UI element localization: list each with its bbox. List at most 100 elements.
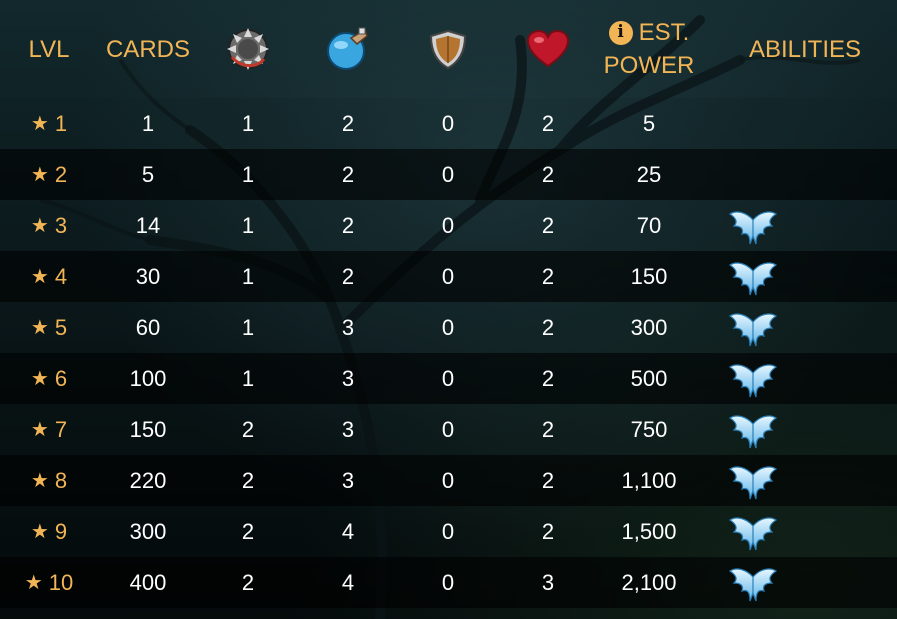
level-cell: ★ 3: [10, 200, 88, 251]
est-power-value: 150: [630, 263, 668, 289]
winged-ability-icon[interactable]: [728, 206, 778, 246]
table-row-level-6: ★ 6 100 1 3 0 2 500: [0, 353, 897, 404]
cards-value: 150: [129, 416, 167, 442]
header-est-line2: POWER: [603, 52, 695, 79]
star-icon: ★: [30, 470, 49, 492]
health-value: 2: [541, 110, 555, 136]
level-value: 7: [54, 416, 68, 442]
magic-attack-icon: [308, 0, 388, 98]
table-row-level-2: ★ 2 5 1 2 0 2 25: [0, 149, 897, 200]
header-est-power: i EST. POWER: [596, 0, 702, 98]
health-value: 2: [541, 314, 555, 340]
attack-value: 3: [341, 416, 355, 442]
ability-cell: [728, 455, 788, 506]
table-row-level-3: ★ 3 14 1 2 0 2 70: [0, 200, 897, 251]
cards-value: 14: [135, 212, 161, 238]
winged-ability-icon[interactable]: [728, 359, 778, 399]
attack-value: 3: [341, 467, 355, 493]
header-cards: CARDS: [105, 35, 190, 63]
cards-value: 1: [141, 110, 155, 136]
speed-value: 1: [241, 212, 255, 238]
armor-value: 0: [441, 212, 455, 238]
armor-value: 0: [441, 314, 455, 340]
est-power-value: 70: [636, 212, 662, 238]
winged-ability-icon[interactable]: [728, 563, 778, 603]
table-body: ★ 1 1 1 2 0 2 5 ★ 2 5 1 2 0 2 25 ★ 3 14 1 2…: [0, 98, 897, 608]
star-icon: ★: [30, 521, 49, 543]
ability-cell: [728, 200, 788, 251]
winged-ability-icon[interactable]: [728, 308, 778, 348]
est-power-value: 25: [636, 161, 662, 187]
level-cell: ★ 5: [10, 302, 88, 353]
star-icon: ★: [30, 419, 49, 441]
speed-value: 1: [241, 263, 255, 289]
ability-cell: [728, 149, 788, 200]
table-row-level-10: ★ 10 400 2 4 0 3 2,100: [0, 557, 897, 608]
armor-value: 0: [441, 569, 455, 595]
winged-ability-icon[interactable]: [728, 461, 778, 501]
level-cell: ★ 9: [10, 506, 88, 557]
speed-value: 2: [241, 416, 255, 442]
star-icon: ★: [30, 317, 49, 339]
level-value: 4: [54, 263, 68, 289]
winged-ability-icon[interactable]: [728, 410, 778, 450]
attack-value: 3: [341, 314, 355, 340]
level-cell: ★ 8: [10, 455, 88, 506]
armor-value: 0: [441, 110, 455, 136]
header-abilities: ABILITIES: [748, 35, 862, 63]
attack-value: 2: [341, 161, 355, 187]
level-value: 1: [54, 110, 68, 136]
armor-value: 0: [441, 161, 455, 187]
level-cell: ★ 4: [10, 251, 88, 302]
level-cell: ★ 7: [10, 404, 88, 455]
cards-value: 300: [129, 518, 167, 544]
level-cell: ★ 1: [10, 98, 88, 149]
ability-cell: [728, 557, 788, 608]
star-icon: ★: [30, 164, 49, 186]
star-icon: ★: [30, 215, 49, 237]
est-power-value: 1,500: [621, 518, 677, 544]
health-value: 2: [541, 263, 555, 289]
speed-value: 2: [241, 518, 255, 544]
info-icon[interactable]: i: [608, 20, 633, 45]
table-row-level-1: ★ 1 1 1 2 0 2 5: [0, 98, 897, 149]
est-power-value: 5: [642, 110, 656, 136]
armor-value: 0: [441, 263, 455, 289]
winged-ability-icon[interactable]: [728, 257, 778, 297]
armor-shield-icon: [408, 0, 488, 98]
star-icon: ★: [24, 572, 43, 594]
table-row-level-8: ★ 8 220 2 3 0 2 1,100: [0, 455, 897, 506]
star-icon: ★: [30, 113, 49, 135]
ability-cell: [728, 251, 788, 302]
ability-cell: [728, 353, 788, 404]
speed-value: 1: [241, 161, 255, 187]
health-value: 2: [541, 365, 555, 391]
health-value: 2: [541, 467, 555, 493]
table-row-level-4: ★ 4 30 1 2 0 2 150: [0, 251, 897, 302]
speed-value: 1: [241, 365, 255, 391]
armor-value: 0: [441, 416, 455, 442]
level-cell: ★ 10: [10, 557, 88, 608]
ability-cell: [728, 98, 788, 149]
cards-value: 60: [135, 314, 161, 340]
level-value: 5: [54, 314, 68, 340]
est-power-value: 1,100: [621, 467, 677, 493]
star-icon: ★: [30, 368, 49, 390]
cards-value: 30: [135, 263, 161, 289]
card-level-stats-table: LVL CARDS i EST. POWER ABILITIES ★ 1 1 1…: [0, 0, 897, 619]
level-value: 3: [54, 212, 68, 238]
winged-ability-icon[interactable]: [728, 512, 778, 552]
cards-value: 5: [141, 161, 155, 187]
armor-value: 0: [441, 467, 455, 493]
header-est-line1: EST.: [638, 19, 690, 46]
est-power-value: 2,100: [621, 569, 677, 595]
ability-cell: [728, 506, 788, 557]
header-lvl: LVL: [28, 35, 70, 63]
speed-value: 2: [241, 467, 255, 493]
cards-value: 220: [129, 467, 167, 493]
level-value: 10: [48, 569, 74, 595]
cards-value: 400: [129, 569, 167, 595]
health-value: 2: [541, 416, 555, 442]
health-value: 2: [541, 212, 555, 238]
cards-value: 100: [129, 365, 167, 391]
